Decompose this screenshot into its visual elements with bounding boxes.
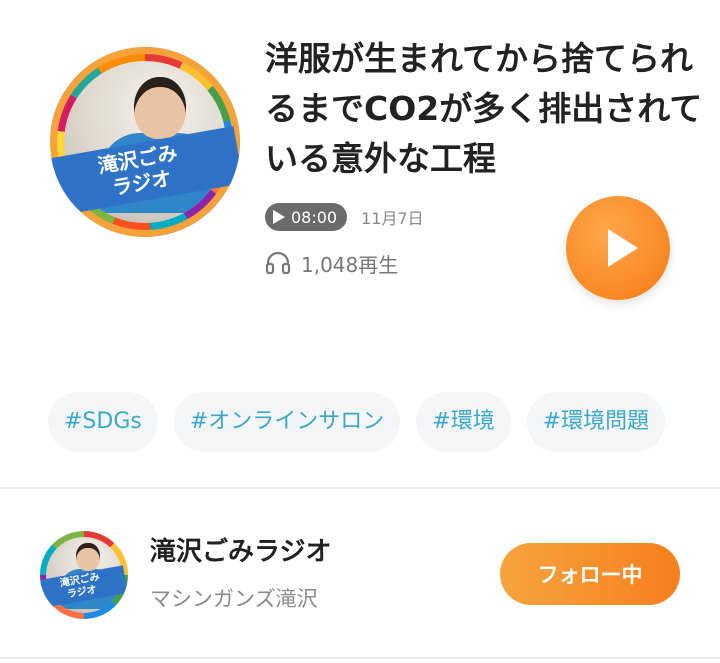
- episode-date: 11月7日: [361, 209, 424, 228]
- duration-badge: 08:00: [265, 203, 348, 231]
- headphones-icon: [265, 251, 291, 275]
- tag-sdgs[interactable]: #SDGs: [48, 392, 158, 452]
- duration-text: 08:00: [291, 207, 338, 227]
- avatar-person-head: [76, 543, 100, 571]
- tag-online-salon[interactable]: #オンラインサロン: [173, 392, 401, 452]
- tag-list: #SDGs #オンラインサロン #環境 #環境問題: [48, 392, 666, 452]
- play-button[interactable]: [566, 196, 670, 300]
- episode-meta: 08:00 11月7日: [265, 203, 424, 231]
- episode-cover-art[interactable]: 滝沢ごみ ラジオ: [50, 47, 240, 237]
- episode-title: 洋服が生まれてから捨てられるまでCO2が多く排出されている意外な工程: [265, 39, 703, 178]
- small-play-icon: [273, 210, 285, 224]
- channel-avatar[interactable]: 滝沢ごみ ラジオ: [40, 531, 128, 619]
- play-count: 1,048再生: [265, 248, 398, 278]
- divider: [0, 657, 720, 659]
- play-icon: [608, 229, 638, 267]
- follow-button[interactable]: フォロー中: [500, 543, 680, 605]
- play-count-text: 1,048再生: [301, 252, 399, 277]
- channel-owner: マシンガンズ滝沢: [150, 587, 318, 611]
- channel-name[interactable]: 滝沢ごみラジオ: [150, 531, 331, 568]
- episode-header: 滝沢ごみ ラジオ 洋服が生まれてから捨てられるまでCO2が多く排出されている意外…: [0, 0, 720, 330]
- tag-environment[interactable]: #環境: [416, 392, 511, 452]
- channel-row: 滝沢ごみ ラジオ 滝沢ごみラジオ マシンガンズ滝沢 フォロー中: [0, 489, 720, 657]
- tag-environmental-issues[interactable]: #環境問題: [526, 392, 666, 452]
